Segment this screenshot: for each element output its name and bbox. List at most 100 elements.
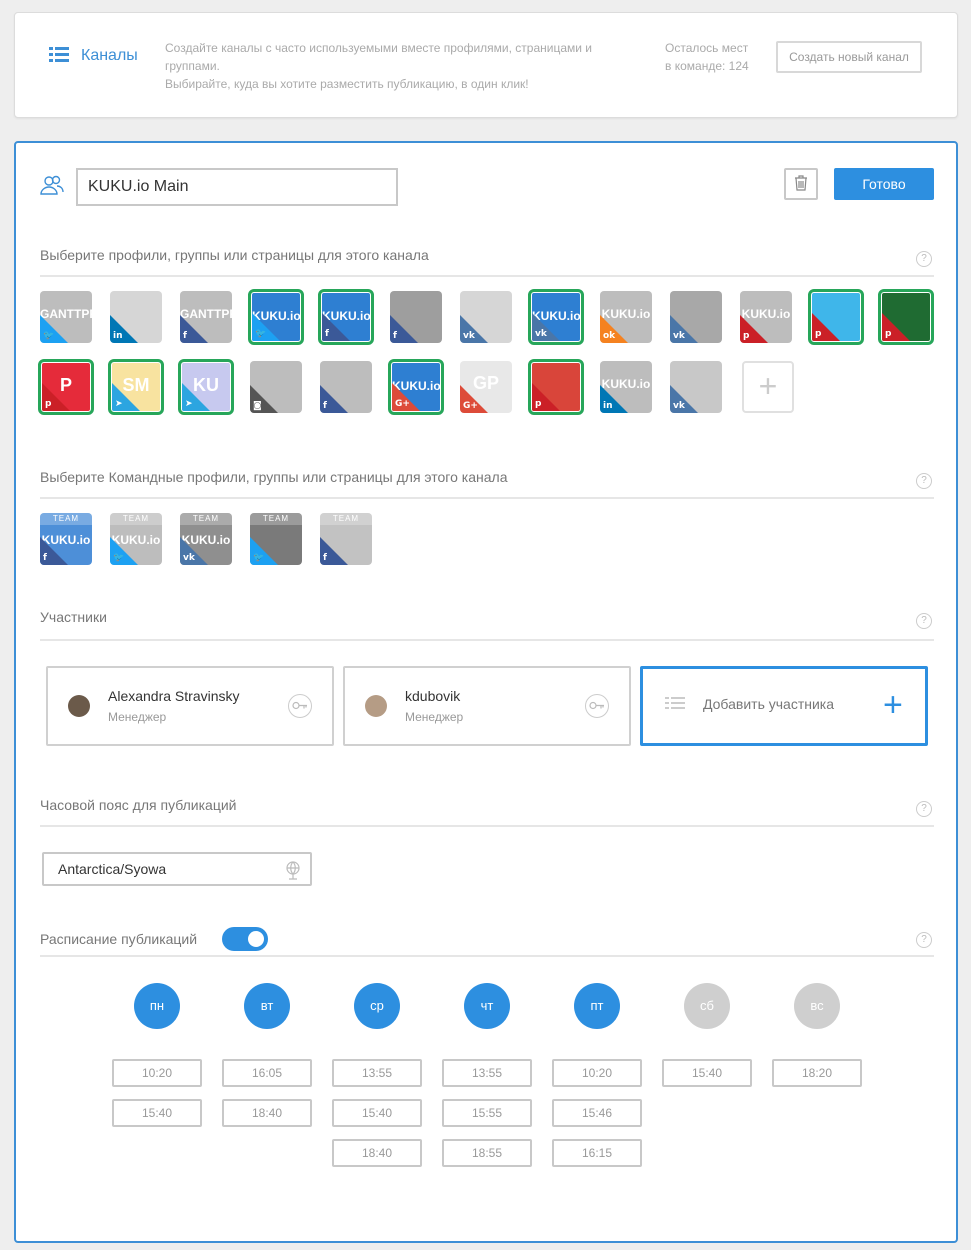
profile-tile[interactable]: vk [670,361,722,413]
time-slot[interactable]: 10:20 [552,1059,642,1087]
add-member-label: Добавить участника [703,696,835,712]
day-toggle[interactable]: вт [244,983,290,1029]
time-slot[interactable]: 15:40 [662,1059,752,1087]
member-role: Менеджер [405,710,464,724]
network-p-icon: p [885,329,892,339]
add-member-button[interactable]: Добавить участника + [640,666,928,746]
network-p-icon: p [535,399,542,409]
profile-tile[interactable]: KUKU.io ok [600,291,652,343]
profile-tile[interactable]: f [320,361,372,413]
day-toggle[interactable]: чт [464,983,510,1029]
profile-tile[interactable]: KUKU.io in [600,361,652,413]
profile-tile[interactable]: f [390,291,442,343]
day-toggle[interactable]: пн [134,983,180,1029]
network-tw-icon: 🐦 [253,553,265,563]
members-section-label: Участники [40,609,107,625]
team-profile-tile[interactable]: TEAM KUKU.io 🐦 [110,513,162,565]
timezone-section-label: Часовой пояс для публикаций [40,797,237,813]
profile-tile[interactable]: KUKU.io 🐦 [248,289,304,345]
key-icon[interactable] [288,694,312,718]
avatar [68,695,90,717]
team-profile-tile[interactable]: TEAM KUKU.io vk [180,513,232,565]
divider [40,639,934,641]
profile-tile[interactable]: in [110,291,162,343]
avatar [365,695,387,717]
member-role: Менеджер [108,710,167,724]
time-slot[interactable]: 13:55 [442,1059,532,1087]
add-profile-button[interactable]: + [742,361,794,413]
schedule-toggle[interactable] [222,927,268,951]
key-icon[interactable] [585,694,609,718]
time-slot[interactable]: 18:55 [442,1139,532,1167]
network-p-icon: p [815,329,822,339]
profile-tile[interactable]: p [528,359,584,415]
network-f-icon: f [393,331,397,341]
network-f-icon: f [325,329,329,339]
profile-tile[interactable]: GANTTPROf [180,291,232,343]
day-toggle[interactable]: вс [794,983,840,1029]
profile-tile[interactable]: vk [670,291,722,343]
team-profile-tile[interactable]: TEAM KUKU.io f [40,513,92,565]
network-f-icon: f [43,553,47,563]
network-tg-icon: ➤ [185,399,193,409]
delete-button[interactable] [784,168,818,200]
network-tw-icon: 🐦 [43,331,55,341]
help-icon[interactable]: ? [916,932,932,948]
profile-tile[interactable]: p [808,289,864,345]
create-channel-button[interactable]: Создать новый канал [776,41,922,73]
help-icon[interactable]: ? [916,473,932,489]
day-toggle[interactable]: сб [684,983,730,1029]
profile-tile[interactable]: KUKU.io f [318,289,374,345]
member-card[interactable]: Alexandra Stravinsky Менеджер [46,666,334,746]
network-f-icon: f [183,331,187,341]
channel-name-input[interactable] [76,168,398,206]
help-icon[interactable]: ? [916,251,932,267]
help-icon[interactable]: ? [916,613,932,629]
divider [40,955,934,957]
day-toggle[interactable]: пт [574,983,620,1029]
profile-tile[interactable]: GP G+ [460,361,512,413]
time-slot[interactable]: 18:20 [772,1059,862,1087]
network-p-icon: p [743,331,750,341]
seats-count: в команде: 124 [665,59,749,73]
day-toggle[interactable]: ср [354,983,400,1029]
time-slot[interactable]: 16:15 [552,1139,642,1167]
team-profile-tile[interactable]: TEAM f [320,513,372,565]
team-badge: TEAM [320,513,372,525]
time-slot[interactable]: 18:40 [332,1139,422,1167]
time-slot[interactable]: 16:05 [222,1059,312,1087]
profile-tile[interactable]: KUKU.io vk [528,289,584,345]
profile-tile[interactable]: KU ➤ [178,359,234,415]
network-vk-icon: vk [673,331,685,341]
time-slot[interactable]: 15:40 [112,1099,202,1127]
list-icon [49,47,69,68]
network-p-icon: p [45,399,52,409]
time-slot[interactable]: 15:40 [332,1099,422,1127]
profile-tile[interactable]: KUKU.io p [740,291,792,343]
team-badge: TEAM [250,513,302,525]
done-button[interactable]: Готово [834,168,934,200]
profile-tile[interactable]: p [878,289,934,345]
profile-tile[interactable]: KUKU.io G+ [388,359,444,415]
team-badge: TEAM [110,513,162,525]
users-icon [40,175,64,200]
help-icon[interactable]: ? [916,801,932,817]
time-slot[interactable]: 15:55 [442,1099,532,1127]
profile-tile[interactable]: ◙ [250,361,302,413]
profile-tile[interactable]: SM ➤ [108,359,164,415]
time-slot[interactable]: 13:55 [332,1059,422,1087]
profile-tile[interactable]: Pp [38,359,94,415]
description-line: Создайте каналы с часто используемыми вм… [165,41,592,73]
profile-tile[interactable]: GANTTPRO🐦 [40,291,92,343]
network-G+-icon: G+ [463,401,478,411]
timezone-select[interactable]: Antarctica/Syowa [42,852,312,886]
member-card[interactable]: kdubovik Менеджер [343,666,631,746]
time-slot[interactable]: 10:20 [112,1059,202,1087]
profile-tile[interactable]: vk [460,291,512,343]
team-profile-tile[interactable]: TEAM 🐦 [250,513,302,565]
profiles-section-label: Выберите профили, группы или страницы дл… [40,247,429,263]
network-ok-icon: ok [603,331,616,341]
page-title: Каналы [81,47,138,64]
time-slot[interactable]: 18:40 [222,1099,312,1127]
time-slot[interactable]: 15:46 [552,1099,642,1127]
